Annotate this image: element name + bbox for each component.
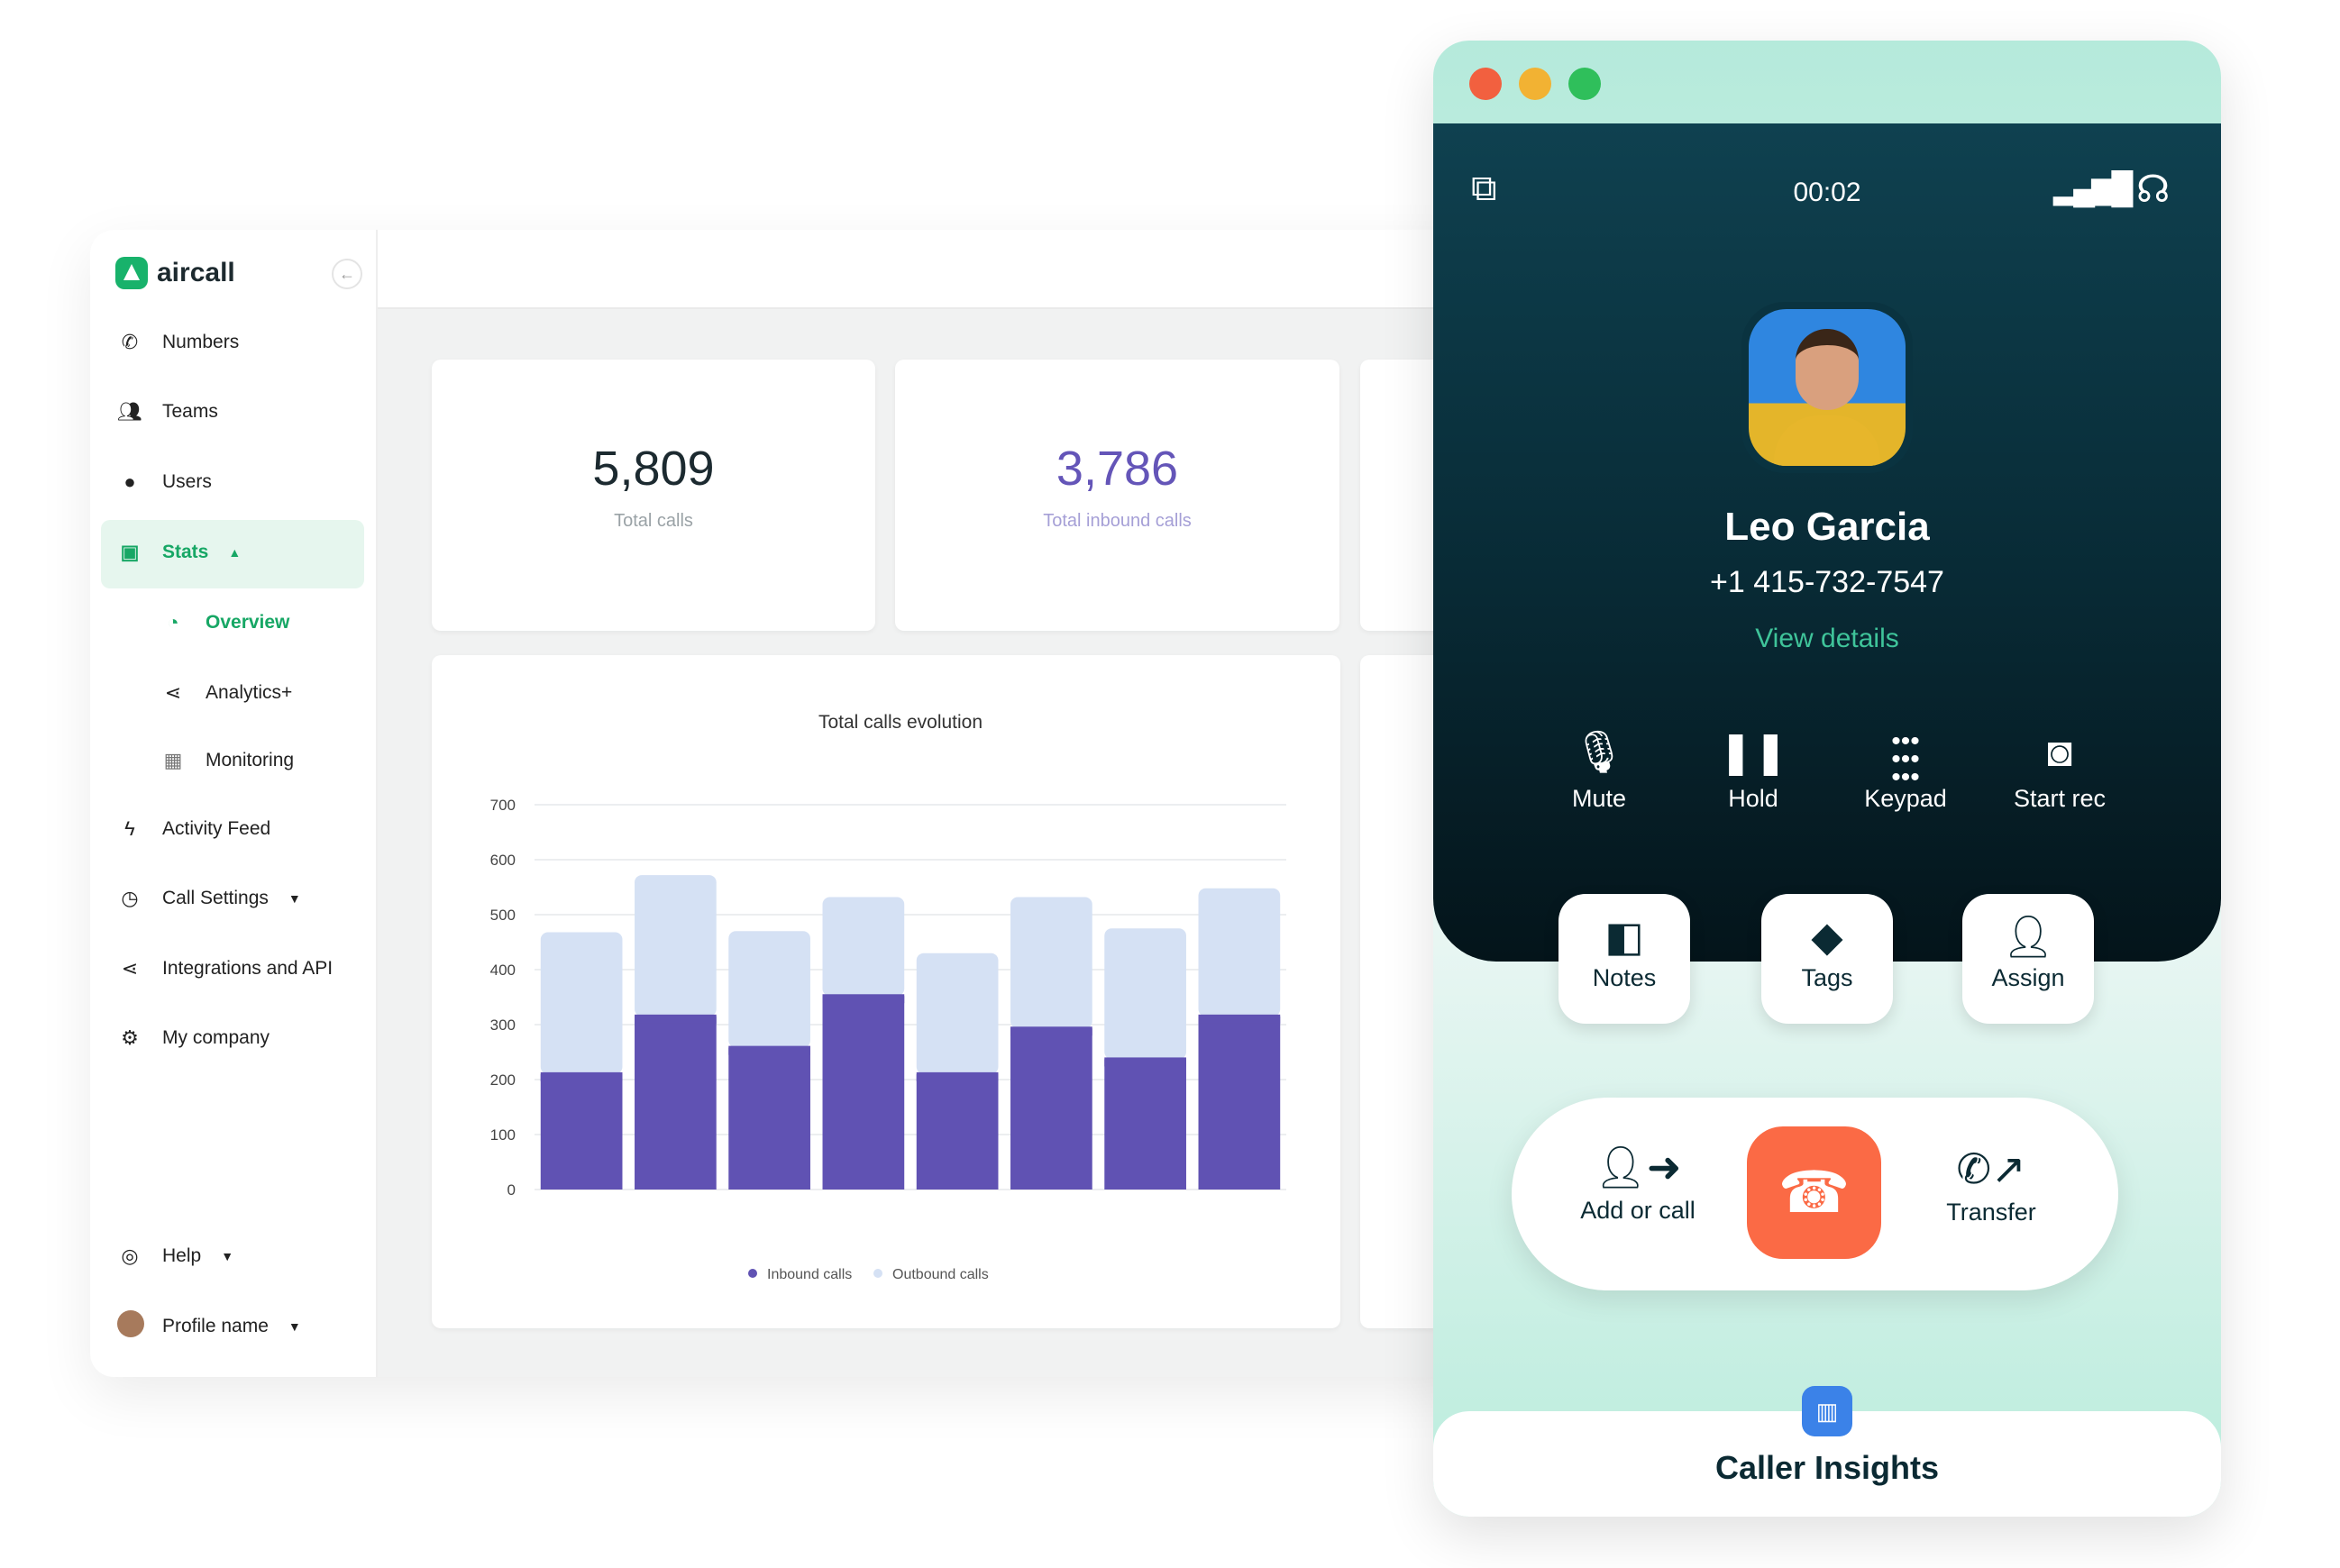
legend-outbound-marker <box>873 1269 882 1278</box>
y-tick-label: 700 <box>490 797 516 814</box>
mute-button[interactable]: 🎙︎ Mute <box>1527 727 1671 813</box>
action-label: Assign <box>1991 964 2065 991</box>
chart-legend: Inbound calls Outbound calls <box>748 1267 989 1282</box>
bar-inbound-cap <box>822 994 905 1004</box>
bar-outbound <box>635 875 717 1016</box>
signal-icon: ▂▄▆█ <box>2053 171 2134 205</box>
bar-outbound <box>540 932 623 1074</box>
popout-icon[interactable]: ⧉ <box>1471 169 1497 209</box>
bar-inbound-cap <box>1104 1057 1186 1067</box>
add-or-call-button[interactable]: 👤︎➜ Add or call <box>1548 1143 1728 1225</box>
y-tick-label: 200 <box>490 1071 516 1089</box>
bar-inbound <box>1104 1059 1186 1190</box>
microphone-icon: 🎙︎ <box>1572 728 1626 775</box>
notes-button[interactable]: ◧ Notes <box>1558 894 1690 1024</box>
assign-icon: 👤︎ <box>2001 913 2055 960</box>
bar-inbound-cap <box>728 1045 810 1055</box>
bar-outbound <box>1104 928 1186 1060</box>
bar-inbound <box>822 996 905 1190</box>
note-icon: ◧ <box>1604 913 1644 960</box>
add-user-arrow-icon: 👤︎➜ <box>1594 1144 1682 1190</box>
start-rec-button[interactable]: ◙ Start rec <box>1988 727 2132 813</box>
y-tick-label: 600 <box>490 852 516 869</box>
transfer-icon: ✆↗ <box>1956 1145 2026 1192</box>
contact-name: Leo Garcia <box>1724 505 1930 549</box>
call-panel: ⧉ 00:02 ▂▄▆█ ☊ Leo Garcia +1 415-732-754… <box>1433 123 2221 962</box>
close-window-button[interactable] <box>1469 68 1502 100</box>
y-tick-label: 400 <box>490 962 516 979</box>
legend-inbound-marker <box>748 1269 757 1278</box>
action-label: Notes <box>1592 964 1657 991</box>
call-timer: 00:02 <box>1793 178 1861 207</box>
y-tick-label: 500 <box>490 907 516 924</box>
bar-inbound-cap <box>540 1071 623 1081</box>
bar-inbound <box>1198 1016 1281 1190</box>
contact-number: +1 415-732-7547 <box>1710 565 1944 599</box>
legend-inbound-label: Inbound calls <box>767 1267 852 1282</box>
control-label: Hold <box>1728 785 1778 812</box>
bar-outbound <box>1198 888 1281 1016</box>
transfer-button[interactable]: ✆↗ Transfer <box>1901 1144 2081 1226</box>
call-actions-bar: 👤︎➜ Add or call ☎︎ ✆↗ Transfer <box>1512 1098 2118 1290</box>
bar-outbound <box>916 953 999 1074</box>
bar-inbound-cap <box>1010 1026 1092 1036</box>
keypad-icon: ••• ••• ••• <box>1891 726 1920 792</box>
bar-inbound-cap <box>916 1071 999 1081</box>
headset-icon[interactable]: ☊ <box>2136 167 2170 211</box>
keypad-button[interactable]: ••• ••• ••• Keypad <box>1833 727 1978 813</box>
action-label: Add or call <box>1580 1197 1696 1224</box>
tags-button[interactable]: ◆ Tags <box>1761 894 1893 1024</box>
bar-inbound <box>916 1073 999 1190</box>
maximize-window-button[interactable] <box>1568 68 1601 100</box>
hang-up-icon: ☎︎ <box>1778 1160 1851 1225</box>
bar-inbound <box>540 1073 623 1190</box>
legend-outbound-label: Outbound calls <box>892 1267 989 1282</box>
bar-outbound <box>1010 897 1092 1029</box>
control-label: Start rec <box>2013 785 2107 812</box>
control-label: Keypad <box>1864 785 1947 812</box>
caller-insights-title: Caller Insights <box>1714 1449 1940 1486</box>
action-label: Transfer <box>1946 1199 2036 1226</box>
bar-inbound <box>635 1016 717 1190</box>
bar-inbound <box>728 1047 810 1190</box>
tag-icon: ◆ <box>1811 913 1843 960</box>
control-label: Mute <box>1571 785 1627 812</box>
y-tick-label: 300 <box>490 1016 516 1034</box>
action-label: Tags <box>1801 964 1853 991</box>
minimize-window-button[interactable] <box>1519 68 1551 100</box>
insights-chart-icon: ▥ <box>1802 1386 1852 1436</box>
bar-inbound <box>1010 1028 1092 1190</box>
phone-call-window: ⧉ 00:02 ▂▄▆█ ☊ Leo Garcia +1 415-732-754… <box>1433 41 2221 1517</box>
bar-outbound <box>822 897 905 997</box>
y-tick-label: 0 <box>507 1181 516 1199</box>
chart-title: Total calls evolution <box>818 712 983 733</box>
y-tick-label: 100 <box>490 1126 516 1144</box>
hang-up-button[interactable]: ☎︎ <box>1747 1126 1881 1259</box>
bar-inbound-cap <box>1198 1014 1281 1024</box>
pause-icon: ❚❚ <box>1718 728 1788 775</box>
bar-outbound <box>728 931 810 1048</box>
contact-avatar <box>1741 302 1913 473</box>
record-icon: ◙ <box>2047 728 2072 775</box>
bar-inbound-cap <box>635 1014 717 1024</box>
assign-button[interactable]: 👤︎ Assign <box>1962 894 2094 1024</box>
hold-button[interactable]: ❚❚ Hold <box>1681 727 1825 813</box>
view-details-link[interactable]: View details <box>1433 624 2221 654</box>
